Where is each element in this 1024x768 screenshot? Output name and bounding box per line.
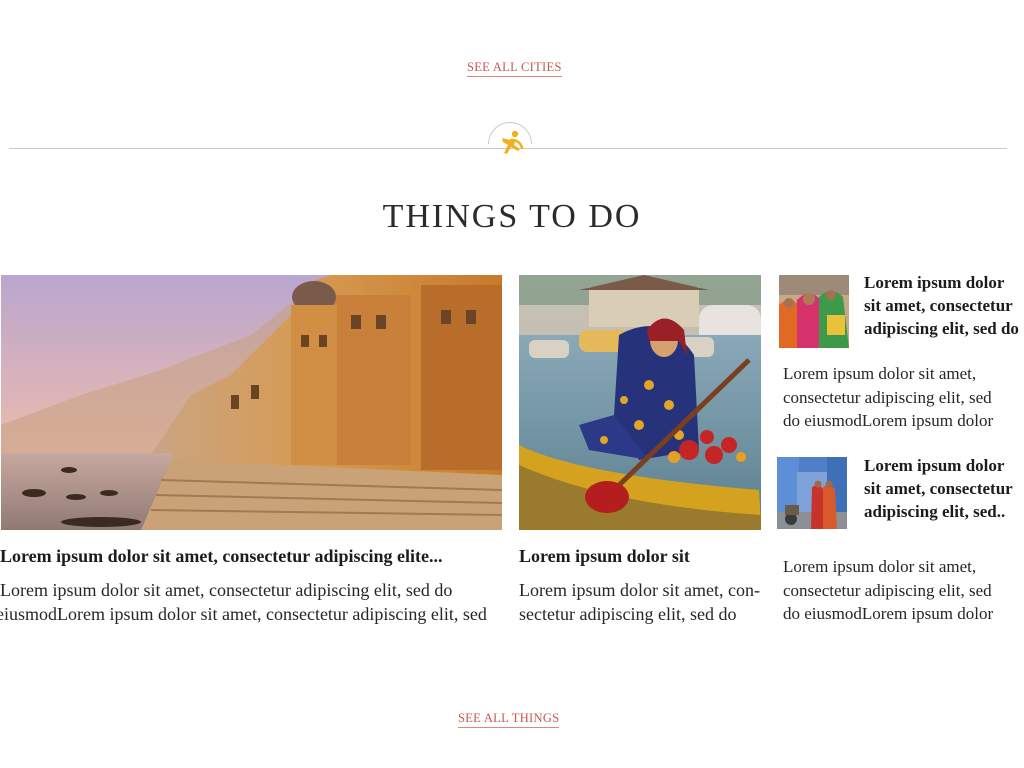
side-card-2-body-line: consectetur adipiscing elit, sed xyxy=(783,580,992,600)
kashmir-boat-image[interactable] xyxy=(519,275,761,530)
featured-card-title[interactable]: Lorem ipsum dolor sit amet, consectetur … xyxy=(0,545,442,567)
middle-card-title[interactable]: Lorem ipsum dolor sit xyxy=(519,545,690,567)
see-all-things-link[interactable]: SEE ALL THINGS xyxy=(458,711,560,728)
side-card-1-title[interactable]: Lorem ipsum dolor sit amet, consectetur … xyxy=(864,271,1024,340)
side-card-2-body: Lorem ipsum dolor sit amet, consectetur … xyxy=(783,555,1015,626)
featured-card-body: Lorem ipsum dolor sit amet, consectetur … xyxy=(0,578,505,626)
side-card-2-body-line: Lorem ipsum dolor sit amet, xyxy=(783,557,977,576)
featured-card-body-line: Lorem ipsum dolor sit amet, consectetur … xyxy=(0,580,453,600)
middle-card-body-line: sectetur adipiscing elit, sed do xyxy=(519,604,737,624)
side-card-1-body-line: Lorem ipsum dolor sit amet, xyxy=(783,364,977,383)
varanasi-ghats-image[interactable] xyxy=(1,275,502,530)
side-card-1-body-line: do eiusmodLorem ipsum dolor xyxy=(783,411,994,430)
blue-city-street-image[interactable] xyxy=(777,457,847,529)
middle-card-body-line: Lorem ipsum dolor sit amet, con- xyxy=(519,580,760,600)
see-all-cities-link[interactable]: SEE ALL CITIES xyxy=(467,60,562,77)
featured-card-body-line: eiusmodLorem ipsum dolor sit amet, conse… xyxy=(0,604,487,624)
middle-card-body: Lorem ipsum dolor sit amet, con- sectetu… xyxy=(519,578,769,626)
side-card-2-body-line: do eiusmodLorem ipsum dolor xyxy=(783,604,994,623)
side-card-1-body-line: consectetur adipiscing elit, sed xyxy=(783,387,992,407)
side-card-2-title[interactable]: Lorem ipsum dolor sit amet, consectetur … xyxy=(864,454,1024,523)
page: SEE ALL CITIES THINGS TO DO Lorem ipsum … xyxy=(0,0,1024,768)
festival-women-image[interactable] xyxy=(779,275,849,348)
side-card-1-body: Lorem ipsum dolor sit amet, consectetur … xyxy=(783,362,1015,433)
section-title: THINGS TO DO xyxy=(382,198,642,235)
runner-icon xyxy=(494,126,528,160)
